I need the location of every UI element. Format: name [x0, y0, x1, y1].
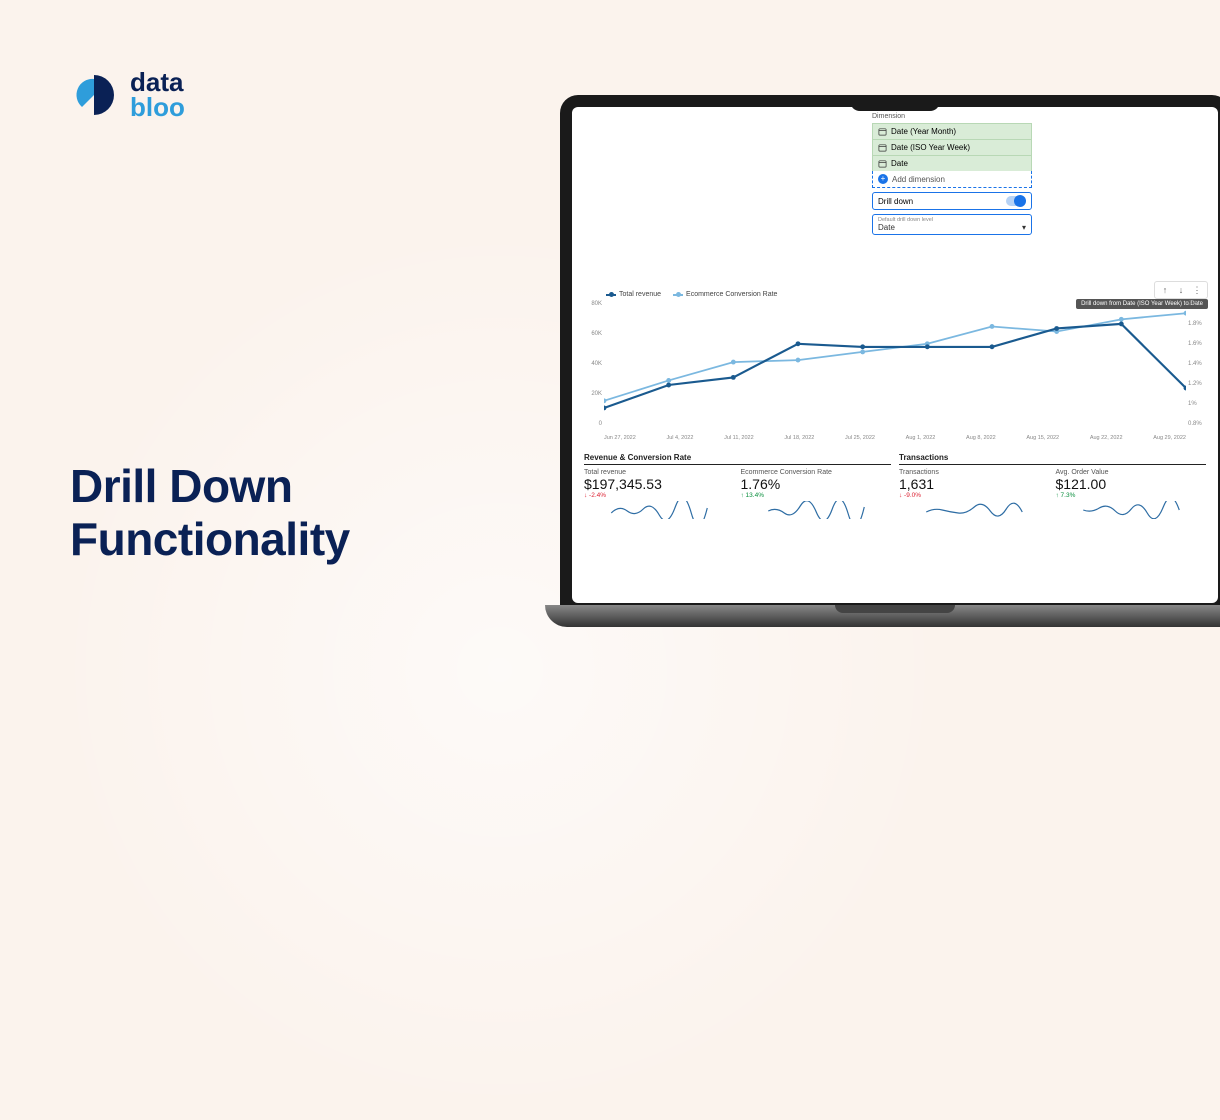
logo: data bloo [70, 70, 185, 119]
legend-item[interactable]: Ecommerce Conversion Rate [673, 291, 777, 298]
page-headline: Drill Down Functionality [70, 460, 350, 566]
metric-value: 1,631 [899, 476, 1050, 492]
metrics-row: Revenue & Conversion RateTotal revenue$1… [584, 453, 1206, 524]
dashboard-screen: Dimension Date (Year Month) Date (ISO Ye… [572, 107, 1218, 603]
y-axis-left: 80K60K40K20K0 [584, 301, 602, 427]
plus-icon: + [878, 174, 888, 184]
x-axis: Jun 27, 2022Jul 4, 2022Jul 11, 2022Jul 1… [604, 435, 1186, 441]
metric-card[interactable]: Total revenue$197,345.53↓ -2.4% [584, 469, 735, 524]
metric-delta: ↓ -9.0% [899, 492, 1050, 499]
calendar-icon [878, 143, 887, 152]
drill-down-level-select[interactable]: Default drill down level Date ▾ [872, 214, 1032, 235]
dimension-row[interactable]: Date [872, 155, 1032, 171]
chevron-down-icon: ▾ [1022, 223, 1026, 232]
dimension-row[interactable]: Date (ISO Year Week) [872, 139, 1032, 155]
sparkline [741, 501, 892, 519]
add-dimension-button[interactable]: + Add dimension [872, 171, 1032, 188]
main-chart: ↑ ↓ ⋮ Drill down from Date (ISO Year Wee… [582, 291, 1208, 441]
metric-value: $121.00 [1056, 476, 1207, 492]
dimension-section-label: Dimension [872, 113, 1032, 120]
metric-card[interactable]: Avg. Order Value$121.00↑ 7.3% [1056, 469, 1207, 524]
sparkline [899, 501, 1050, 519]
metric-delta: ↓ -2.4% [584, 492, 735, 499]
chart-action-bar: ↑ ↓ ⋮ [1154, 281, 1208, 299]
metric-label: Ecommerce Conversion Rate [741, 469, 892, 476]
y-axis-right: 2%1.8%1.6%1.4%1.2%1%0.8% [1188, 301, 1206, 427]
metric-delta: ↑ 13.4% [741, 492, 892, 499]
drill-down-button[interactable]: ↓ [1175, 284, 1187, 296]
toggle-switch-icon [1006, 196, 1026, 206]
drill-up-button[interactable]: ↑ [1159, 284, 1171, 296]
metric-card[interactable]: Transactions1,631↓ -9.0% [899, 469, 1050, 524]
metric-delta: ↑ 7.3% [1056, 492, 1207, 499]
logo-text-data: data [130, 70, 185, 95]
metric-value: 1.76% [741, 476, 892, 492]
sparkline [1056, 501, 1207, 519]
laptop-mockup: Dimension Date (Year Month) Date (ISO Ye… [545, 95, 1220, 675]
metric-label: Total revenue [584, 469, 735, 476]
calendar-icon [878, 159, 887, 168]
metric-value: $197,345.53 [584, 476, 735, 492]
drill-down-toggle[interactable]: Drill down [872, 192, 1032, 210]
logo-icon [70, 71, 118, 119]
dimension-row[interactable]: Date (Year Month) [872, 123, 1032, 139]
legend-item[interactable]: Total revenue [606, 291, 661, 298]
calendar-icon [878, 127, 887, 136]
metric-label: Avg. Order Value [1056, 469, 1207, 476]
chart-legend: Total revenue Ecommerce Conversion Rate [606, 291, 1208, 298]
logo-text-bloo: bloo [130, 95, 185, 120]
metric-section-title: Transactions [899, 453, 1206, 465]
metric-card[interactable]: Ecommerce Conversion Rate1.76%↑ 13.4% [741, 469, 892, 524]
more-options-button[interactable]: ⋮ [1191, 284, 1203, 296]
metric-label: Transactions [899, 469, 1050, 476]
metric-section-title: Revenue & Conversion Rate [584, 453, 891, 465]
dimension-config-panel: Dimension Date (Year Month) Date (ISO Ye… [872, 113, 1032, 235]
chart-plot-area[interactable] [604, 301, 1186, 423]
sparkline [584, 501, 735, 519]
